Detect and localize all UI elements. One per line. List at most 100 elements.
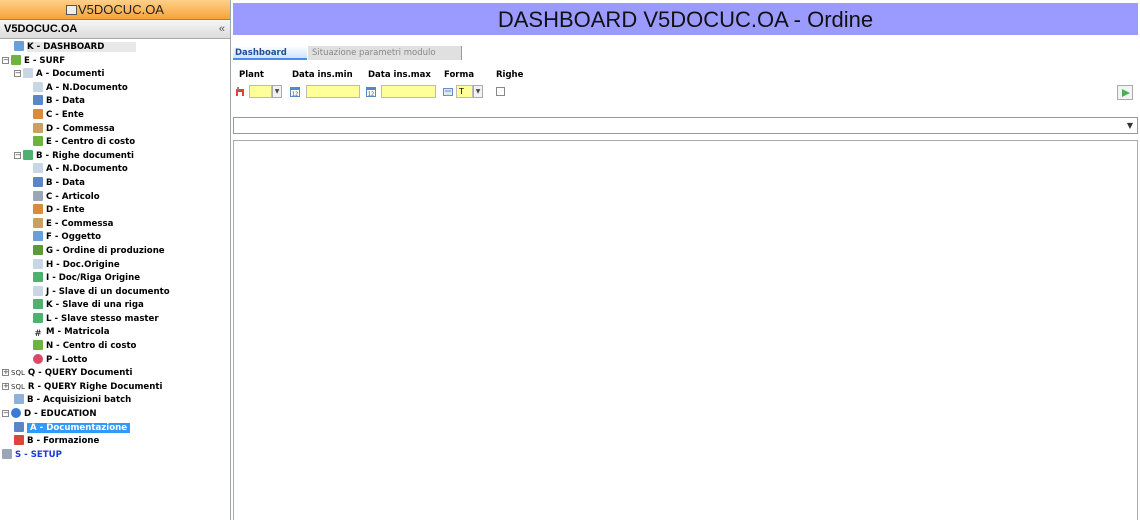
- data-min-input[interactable]: [306, 85, 360, 98]
- plant-icon: [236, 87, 244, 96]
- tree-item[interactable]: − E - SURF: [0, 54, 230, 69]
- tree-item-label: K - Slave di una riga: [46, 300, 144, 311]
- collapse-node-icon[interactable]: −: [2, 56, 9, 64]
- navigation-tree: K - DASHBOARD − E - SURF − A - Documenti A - …: [0, 40, 230, 520]
- collapse-node-icon[interactable]: −: [14, 70, 21, 78]
- content-area: [233, 140, 1138, 520]
- plant-label: Plant: [239, 70, 264, 80]
- tree-item[interactable]: J - Slave di un documento: [0, 285, 230, 300]
- tree-item-label: R - QUERY Righe Documenti: [27, 381, 163, 392]
- tree-item[interactable]: − A - Documenti: [0, 68, 230, 82]
- calendar-icon[interactable]: 12: [290, 86, 300, 97]
- tree-item[interactable]: + SQL R - QUERY Righe Documenti: [0, 381, 230, 395]
- person-icon: [33, 204, 43, 215]
- collapse-panel-button[interactable]: «: [219, 20, 225, 39]
- tree-item[interactable]: C - Ente: [0, 108, 230, 123]
- tree-item-label: A - N.Documento: [46, 164, 128, 175]
- hash-icon: #: [33, 329, 43, 340]
- tree-item[interactable]: G - Ordine di produzione: [0, 244, 230, 259]
- tree-item-label: M - Matricola: [46, 327, 110, 338]
- document-icon: [33, 81, 43, 92]
- tree-item-label: A - Documenti: [36, 69, 105, 80]
- tree-item[interactable]: K - DASHBOARD: [0, 41, 230, 55]
- tree-item[interactable]: B - Acquisizioni batch: [0, 394, 230, 408]
- tree-item[interactable]: B - Data: [0, 95, 230, 109]
- batch-icon: [14, 394, 24, 405]
- tree-item[interactable]: − B - Righe documenti: [0, 149, 230, 164]
- calendar-icon[interactable]: 12: [366, 86, 376, 97]
- tree-item-label: H - Doc.Origine: [46, 259, 120, 270]
- tree-item[interactable]: S - SETUP: [0, 448, 230, 463]
- collapse-node-icon[interactable]: −: [2, 410, 9, 418]
- tree-item[interactable]: F - Oggetto: [0, 231, 230, 245]
- tree-item[interactable]: P - Lotto: [0, 353, 230, 368]
- tree-item[interactable]: L - Slave stesso master: [0, 312, 230, 327]
- app-title: V5DOCUC.OA: [0, 0, 230, 20]
- lot-icon: [33, 353, 43, 364]
- tree-item[interactable]: E - Centro di costo: [0, 136, 230, 150]
- expand-node-icon[interactable]: +: [2, 382, 9, 390]
- tree-item[interactable]: B - Formazione: [0, 435, 230, 449]
- svg-text:12: 12: [292, 92, 298, 98]
- forma-dropdown-button[interactable]: ▼: [473, 85, 483, 98]
- tree-item[interactable]: H - Doc.Origine: [0, 258, 230, 273]
- sql-icon: SQL: [11, 382, 25, 391]
- training-icon: [14, 435, 24, 446]
- rows-icon: [33, 299, 43, 310]
- tab-situazione-parametri[interactable]: Situazione parametri modulo: [308, 46, 462, 60]
- tree-item-label: E - Commessa: [46, 218, 114, 229]
- commessa-icon: [33, 122, 43, 133]
- tree-item-label: P - Lotto: [46, 354, 88, 365]
- plant-input[interactable]: [249, 85, 272, 98]
- document-icon: [33, 258, 43, 269]
- commessa-icon: [33, 217, 43, 228]
- tree-item[interactable]: B - Data: [0, 176, 230, 191]
- calendar-icon: [33, 176, 43, 187]
- tree-item-label: G - Ordine di produzione: [46, 245, 165, 256]
- expand-node-icon[interactable]: +: [2, 369, 9, 377]
- righe-label: Righe: [496, 70, 524, 80]
- tree-item[interactable]: A - N.Documento: [0, 163, 230, 177]
- panel-title: V5DOCUC.OA: [4, 23, 78, 35]
- tree-item-label: D - EDUCATION: [24, 409, 97, 420]
- tree-item[interactable]: # M - Matricola: [0, 326, 230, 340]
- tree-item-label: C - Ente: [46, 109, 84, 120]
- tree-item-label: E - SURF: [24, 55, 66, 66]
- run-button[interactable]: [1117, 85, 1133, 100]
- tree-item-label: A - N.Documento: [46, 82, 128, 93]
- forma-select[interactable]: T: [456, 85, 473, 98]
- tree-item-label: L - Slave stesso master: [46, 313, 159, 324]
- navigation-panel: V5DOCUC.OA V5DOCUC.OA « K - DASHBOARD − E …: [0, 0, 231, 520]
- righe-checkbox[interactable]: [496, 87, 505, 96]
- tree-item[interactable]: D - Ente: [0, 204, 230, 218]
- object-icon: [33, 231, 43, 242]
- tree-item[interactable]: N - Centro di costo: [0, 340, 230, 354]
- tree-item-label: J - Slave di un documento: [46, 286, 170, 297]
- tree-item[interactable]: A - N.Documento: [0, 81, 230, 96]
- view-selector[interactable]: ▼: [233, 117, 1138, 134]
- tree-item[interactable]: D - Commessa: [0, 122, 230, 137]
- tree-item-label: N - Centro di costo: [46, 341, 137, 352]
- tree-item[interactable]: K - Slave di una riga: [0, 299, 230, 313]
- document-icon: [33, 285, 43, 296]
- data-min-label: Data ins.min: [292, 70, 353, 80]
- plant-dropdown-button[interactable]: ▼: [272, 85, 282, 98]
- form-icon: [443, 88, 453, 96]
- collapse-node-icon[interactable]: −: [14, 151, 21, 159]
- page-title: DASHBOARD V5DOCUC.OA - Ordine: [233, 3, 1138, 35]
- tree-item[interactable]: A - Documentazione: [0, 421, 230, 436]
- tree-item[interactable]: E - Commessa: [0, 217, 230, 232]
- tree-item[interactable]: C - Articolo: [0, 190, 230, 205]
- setup-icon: [2, 448, 12, 459]
- tree-item-label: K - DASHBOARD: [27, 42, 137, 52]
- rows-icon: [23, 149, 33, 160]
- tree-item[interactable]: + SQL Q - QUERY Documenti: [0, 367, 230, 381]
- tree-item[interactable]: I - Doc/Riga Origine: [0, 272, 230, 286]
- production-icon: [33, 244, 43, 255]
- tree-item-label: C - Articolo: [46, 191, 100, 202]
- tree-item-label: F - Oggetto: [46, 232, 101, 243]
- tree-item[interactable]: − D - EDUCATION: [0, 408, 230, 422]
- rows-icon: [33, 312, 43, 323]
- tab-dashboard[interactable]: Dashboard: [233, 46, 307, 60]
- data-max-input[interactable]: [381, 85, 436, 98]
